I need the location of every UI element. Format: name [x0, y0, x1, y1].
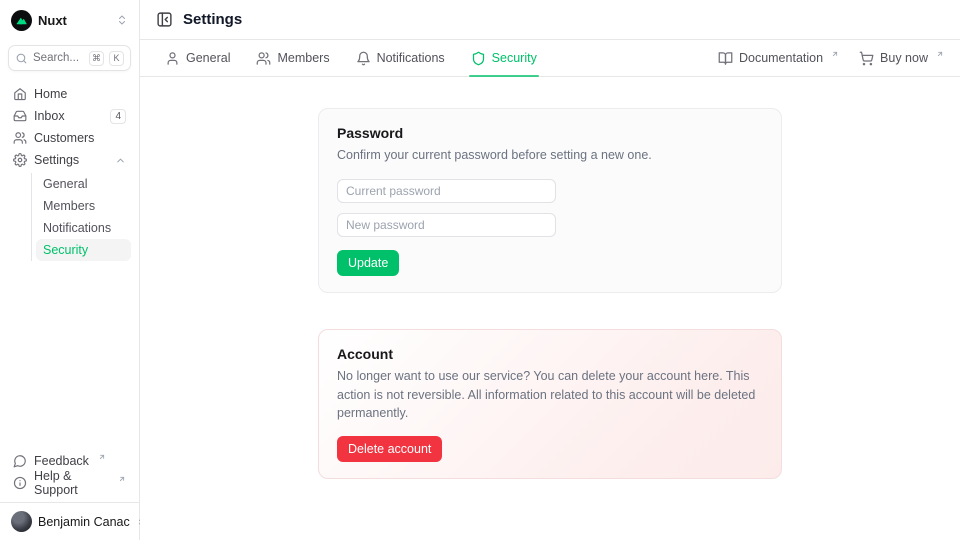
book-open-icon — [718, 51, 733, 66]
sidebar-item-customers[interactable]: Customers — [8, 127, 131, 149]
users-icon — [256, 51, 271, 66]
users-icon — [13, 131, 27, 145]
account-card: Account No longer want to use our servic… — [318, 329, 782, 479]
sidebar-item-help-support[interactable]: Help & Support — [8, 472, 131, 494]
shield-icon — [471, 51, 486, 66]
tab-security[interactable]: Security — [471, 40, 537, 76]
account-card-title: Account — [337, 346, 763, 362]
chevron-up-icon — [115, 155, 126, 166]
nuxt-logo-icon — [11, 10, 32, 31]
chat-bubble-icon — [13, 454, 27, 468]
chevrons-up-down-icon — [116, 14, 128, 26]
team-switcher[interactable]: Nuxt — [8, 8, 131, 32]
new-password-field[interactable] — [337, 213, 556, 237]
external-link-icon — [118, 475, 126, 483]
user-icon — [165, 51, 180, 66]
page-title: Settings — [183, 11, 242, 28]
main-area: Settings General Members Notifications — [140, 0, 960, 540]
delete-account-button[interactable]: Delete account — [337, 436, 442, 462]
tab-bar: General Members Notifications Security — [140, 40, 960, 77]
password-card-description: Confirm your current password before set… — [337, 146, 763, 165]
settings-security-content: Password Confirm your current password b… — [140, 77, 960, 479]
current-password-field[interactable] — [337, 179, 556, 203]
avatar — [11, 511, 32, 532]
page-header: Settings — [140, 0, 960, 40]
buy-now-button[interactable]: Buy now — [859, 51, 944, 66]
tab-notifications[interactable]: Notifications — [356, 40, 445, 76]
account-card-description: No longer want to use our service? You c… — [337, 367, 763, 423]
documentation-button[interactable]: Documentation — [718, 51, 839, 66]
external-link-icon — [936, 50, 944, 58]
bell-icon — [356, 51, 371, 66]
settings-sub-list: General Members Notifications Security — [31, 173, 131, 261]
home-icon — [13, 87, 27, 101]
sidebar-spacer — [8, 261, 131, 438]
kbd-meta: ⌘ — [89, 51, 104, 66]
team-name: Nuxt — [38, 13, 110, 28]
external-link-icon — [831, 50, 839, 58]
sidebar-nav: Home Inbox 4 Customers Settings Genera — [8, 83, 131, 261]
tabs: General Members Notifications Security — [165, 40, 537, 76]
header-actions: Documentation Buy now — [718, 51, 944, 66]
user-name: Benjamin Canac — [38, 515, 130, 529]
password-card-title: Password — [337, 125, 763, 141]
inbox-badge: 4 — [110, 109, 126, 124]
sidebar: Nuxt ⌘ K Home Inbox 4 — [0, 0, 140, 540]
info-icon — [13, 476, 27, 490]
sidebar-item-security[interactable]: Security — [36, 239, 131, 261]
tab-members[interactable]: Members — [256, 40, 329, 76]
sidebar-item-notifications[interactable]: Notifications — [36, 217, 131, 239]
shopping-cart-icon — [859, 51, 874, 66]
tab-general[interactable]: General — [165, 40, 230, 76]
sidebar-item-home[interactable]: Home — [8, 83, 131, 105]
sidebar-item-inbox[interactable]: Inbox 4 — [8, 105, 131, 127]
sidebar-item-members[interactable]: Members — [36, 195, 131, 217]
password-card: Password Confirm your current password b… — [318, 108, 782, 293]
gear-icon — [13, 153, 27, 167]
external-link-icon — [98, 453, 106, 461]
search-input-wrapper[interactable]: ⌘ K — [8, 45, 131, 71]
panel-left-close-icon — [156, 11, 173, 28]
user-menu[interactable]: Benjamin Canac — [8, 503, 131, 532]
sidebar-item-settings[interactable]: Settings — [8, 149, 131, 171]
inbox-icon — [13, 109, 27, 123]
collapse-sidebar-button[interactable] — [156, 11, 173, 28]
update-password-button[interactable]: Update — [337, 250, 399, 276]
search-icon — [15, 52, 28, 65]
sidebar-footer-nav: Feedback Help & Support — [8, 450, 131, 494]
sidebar-item-general[interactable]: General — [36, 173, 131, 195]
search-input[interactable] — [33, 52, 84, 64]
kbd-k: K — [109, 51, 124, 66]
